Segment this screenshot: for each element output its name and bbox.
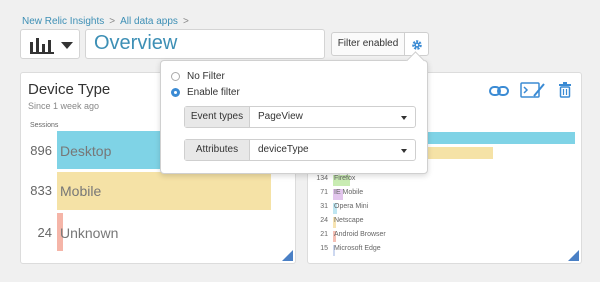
event-types-select[interactable]: Event types PageView [184, 106, 416, 128]
widget-title: Device Type [28, 81, 111, 98]
dashboard-title-input[interactable]: Overview [85, 29, 325, 59]
resize-handle-icon[interactable] [282, 250, 293, 261]
bar-value: 24 [37, 225, 52, 240]
filter-enabled-button[interactable]: Filter enabled [331, 32, 405, 56]
link-icon[interactable] [489, 84, 509, 102]
attributes-select[interactable]: Attributes deviceType [184, 139, 416, 161]
radio-label: Enable filter [187, 87, 240, 98]
bar-chart-icon [30, 38, 54, 54]
bar[interactable] [426, 147, 493, 159]
row-label: Netscape [334, 217, 364, 224]
bar-label: Unknown [60, 225, 119, 241]
bar-label: Mobile [60, 183, 102, 199]
field-label: Attributes [185, 140, 250, 160]
row-value: 71 [320, 189, 328, 196]
chevron-down-icon [61, 42, 73, 49]
gear-icon [412, 40, 422, 50]
row-label: IE Mobile [334, 189, 364, 196]
row-value: 31 [320, 203, 328, 210]
radio-button[interactable] [171, 72, 180, 81]
resize-handle-icon[interactable] [568, 250, 579, 261]
field-value: deviceType [258, 144, 309, 155]
breadcrumb-link-all-data-apps[interactable]: All data apps [120, 16, 178, 27]
row-value: 15 [320, 245, 328, 252]
breadcrumb-separator: > [182, 16, 189, 27]
chevron-down-icon [401, 116, 407, 120]
widget-subtitle: Since 1 week ago [28, 101, 100, 111]
bar-label: Desktop [60, 143, 112, 159]
radio-button[interactable] [171, 88, 180, 97]
row-label: Opera Mini [334, 203, 369, 210]
field-value: PageView [258, 111, 303, 122]
row-value: 134 [316, 175, 328, 182]
row-value: 21 [320, 231, 328, 238]
chart-type-picker[interactable] [20, 29, 80, 59]
row-label: Android Browser [334, 231, 386, 238]
field-label: Event types [185, 107, 250, 127]
filter-popover: No Filter Enable filter Event types Page… [160, 51, 428, 174]
trash-icon[interactable] [558, 82, 572, 103]
terminal-edit-icon[interactable] [520, 81, 546, 104]
row-value: 24 [320, 217, 328, 224]
bar-value: 833 [30, 183, 52, 198]
breadcrumb-separator: > [109, 16, 116, 27]
row-label: Microsoft Edge [334, 245, 381, 252]
radio-label: No Filter [187, 71, 225, 82]
bar[interactable] [426, 132, 575, 144]
row-label: Firefox [334, 175, 356, 182]
axis-label: Sessions [30, 122, 59, 129]
breadcrumb-link-insights[interactable]: New Relic Insights [22, 16, 104, 27]
bar-value: 896 [30, 143, 52, 158]
breadcrumb: New Relic Insights > All data apps > [22, 16, 194, 27]
chevron-down-icon [401, 149, 407, 153]
